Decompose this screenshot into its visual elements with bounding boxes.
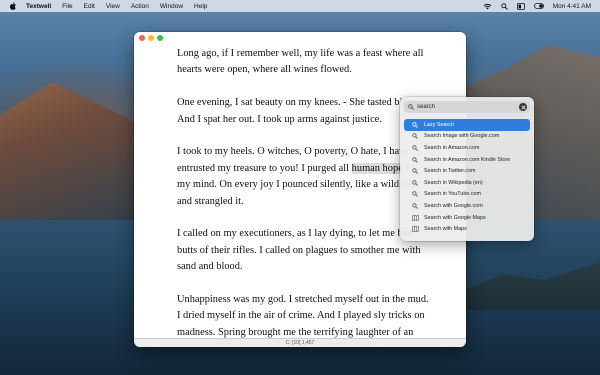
- action-item[interactable]: Search with Maps: [404, 223, 530, 235]
- search-icon: [411, 180, 419, 186]
- action-item[interactable]: Search in Twitter.com: [404, 165, 530, 177]
- status-bar: C: [10] 1,457: [134, 338, 466, 347]
- action-item-label: Search with Maps: [424, 226, 467, 233]
- action-item[interactable]: Search in Wikipedia (en): [404, 177, 530, 189]
- search-icon: [411, 191, 419, 198]
- menu-action[interactable]: Action: [131, 3, 149, 10]
- action-item[interactable]: Search Image with Google.com: [404, 131, 530, 143]
- action-item-label: Lazy Search: [424, 121, 454, 128]
- paragraph: Unhappiness was my god. I stretched myse…: [177, 294, 429, 338]
- wallpaper-hills-left: [0, 82, 150, 220]
- search-icon: [411, 122, 419, 128]
- paragraph: Long ago, if I remember well, my life wa…: [177, 48, 424, 76]
- action-item[interactable]: Search with Google.com: [404, 200, 530, 212]
- search-icon: [411, 156, 419, 163]
- apple-icon[interactable]: [9, 2, 17, 10]
- menu-edit[interactable]: Edit: [84, 3, 95, 10]
- menu-file[interactable]: File: [62, 3, 72, 10]
- search-icon: [411, 145, 419, 151]
- clear-search-button[interactable]: [519, 103, 527, 111]
- clock[interactable]: Mon 4:41 AM: [553, 3, 591, 10]
- search-field[interactable]: [404, 101, 530, 113]
- action-item-label: Search in Wikipedia (en): [424, 179, 483, 186]
- action-item-label: Search Image with Google.com: [424, 133, 500, 140]
- switch-icon[interactable]: [533, 3, 544, 9]
- action-item-label: Search in Twitter.com: [424, 168, 476, 175]
- map-icon: [411, 214, 419, 221]
- menu-bar: Textwell File Edit View Action Window He…: [0, 0, 600, 12]
- action-item[interactable]: Search in Amazon.com Kindle Store: [404, 154, 530, 166]
- search-icon[interactable]: [501, 2, 508, 10]
- menu-view[interactable]: View: [106, 3, 120, 10]
- action-item[interactable]: Search in YouTube.com: [404, 189, 530, 201]
- control-center-icon[interactable]: [516, 2, 525, 10]
- search-popover: Lazy Search Search Image with Google.com S…: [400, 97, 534, 241]
- menu-help[interactable]: Help: [194, 3, 207, 10]
- action-list: Lazy Search Search Image with Google.com S…: [404, 119, 530, 235]
- zoom-button[interactable]: [157, 35, 163, 41]
- map-icon: [411, 226, 419, 233]
- action-item[interactable]: Search in Amazon.com: [404, 142, 530, 154]
- menu-app-name[interactable]: Textwell: [26, 3, 51, 10]
- text-selection[interactable]: human hope: [351, 162, 403, 174]
- search-icon: [411, 203, 419, 209]
- status-menus: Mon 4:41 AM: [483, 0, 591, 12]
- action-item-label: Search in Amazon.com: [424, 144, 480, 151]
- search-icon: [408, 104, 414, 110]
- action-item-label: Search in Amazon.com Kindle Store: [424, 156, 511, 163]
- action-item-label: Search with Google.com: [424, 202, 483, 209]
- title-bar[interactable]: [134, 32, 466, 44]
- action-item-label: Search with Google Maps: [424, 214, 486, 221]
- search-icon: [411, 168, 419, 175]
- close-button[interactable]: [139, 35, 145, 41]
- wifi-icon[interactable]: [483, 3, 492, 10]
- action-item-label: Search in YouTube.com: [424, 191, 482, 198]
- action-item[interactable]: Lazy Search: [404, 119, 530, 131]
- search-input[interactable]: [417, 104, 513, 110]
- search-icon: [411, 133, 419, 140]
- minimize-button[interactable]: [148, 35, 154, 41]
- menu-window[interactable]: Window: [160, 3, 183, 10]
- action-item[interactable]: Search with Google Maps: [404, 212, 530, 224]
